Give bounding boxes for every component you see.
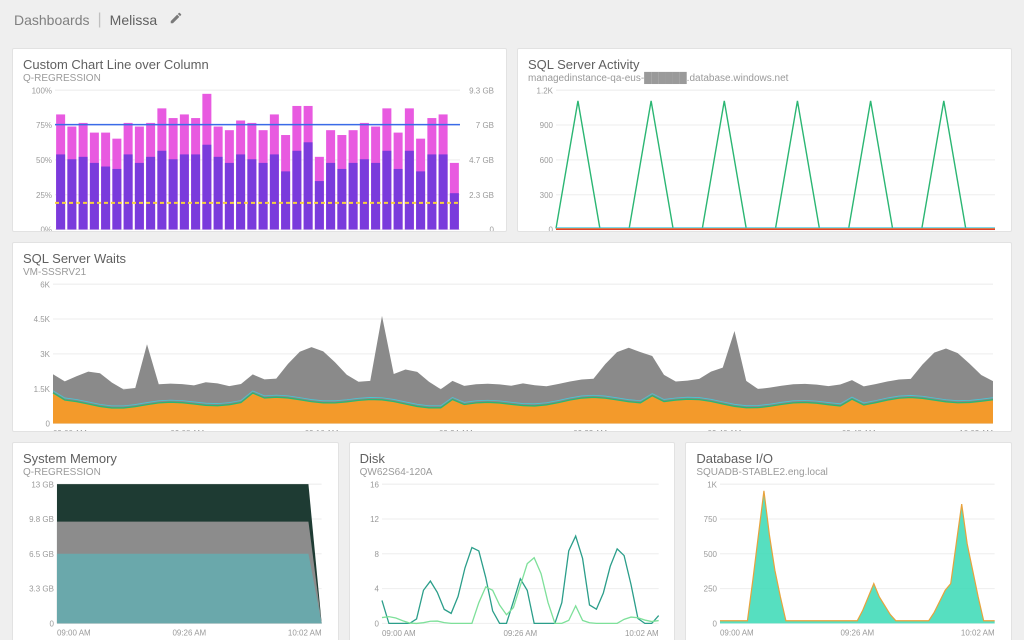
card-sql-waits: SQL Server Waits VM-SSSRV21 0 1.5K 3K 4.5K 6… bbox=[12, 242, 1012, 432]
svg-text:09:16 AM: 09:16 AM bbox=[305, 429, 339, 432]
svg-text:9.8 GB: 9.8 GB bbox=[29, 515, 54, 524]
breadcrumb-root[interactable]: Dashboards bbox=[14, 12, 90, 28]
svg-text:100%: 100% bbox=[32, 86, 52, 95]
card-custom-chart: Custom Chart Line over Column Q-REGRESSI… bbox=[12, 48, 507, 232]
svg-text:10:02 AM: 10:02 AM bbox=[959, 429, 993, 432]
dashboard-grid: Custom Chart Line over Column Q-REGRESSI… bbox=[0, 40, 1024, 640]
svg-text:75%: 75% bbox=[36, 121, 52, 130]
card-title: Database I/O bbox=[696, 451, 1001, 466]
card-title: Custom Chart Line over Column bbox=[23, 57, 496, 72]
card-title: SQL Server Waits bbox=[23, 251, 1001, 266]
svg-text:750: 750 bbox=[704, 515, 718, 524]
svg-text:09:26 AM: 09:26 AM bbox=[841, 629, 875, 638]
svg-text:900: 900 bbox=[540, 121, 554, 130]
svg-text:0: 0 bbox=[490, 226, 495, 232]
svg-text:13 GB: 13 GB bbox=[31, 480, 54, 489]
svg-text:10:02 AM: 10:02 AM bbox=[961, 629, 995, 638]
svg-text:500: 500 bbox=[704, 550, 718, 559]
card-subtitle: Q-REGRESSION bbox=[23, 73, 496, 84]
svg-text:12: 12 bbox=[370, 515, 379, 524]
svg-text:0: 0 bbox=[713, 619, 718, 628]
svg-text:09:24 AM: 09:24 AM bbox=[439, 429, 473, 432]
card-system-memory: System Memory Q-REGRESSION 0 3.3 GB 6.5 GB… bbox=[12, 442, 339, 640]
svg-text:0: 0 bbox=[374, 619, 379, 628]
svg-text:600: 600 bbox=[540, 156, 554, 165]
svg-text:09:26 AM: 09:26 AM bbox=[503, 629, 537, 638]
chart-area[interactable]: 0 250 500 750 1K 09:00 AM 09:26 AM 10:02 AM bbox=[696, 478, 1001, 638]
breadcrumb-separator: | bbox=[98, 11, 102, 29]
svg-text:250: 250 bbox=[704, 585, 718, 594]
edit-icon[interactable] bbox=[169, 11, 183, 30]
chart-area[interactable]: 0 3.3 GB 6.5 GB 9.8 GB 13 GB 09:00 AM 09:26 AM… bbox=[23, 478, 328, 638]
svg-text:25%: 25% bbox=[36, 191, 52, 200]
svg-text:09:08 AM: 09:08 AM bbox=[170, 429, 204, 432]
svg-text:3K: 3K bbox=[40, 350, 50, 359]
svg-text:8: 8 bbox=[374, 550, 379, 559]
svg-text:10:02 AM: 10:02 AM bbox=[625, 629, 659, 638]
svg-text:0%: 0% bbox=[40, 226, 52, 232]
svg-text:09:00 AM: 09:00 AM bbox=[382, 629, 416, 638]
card-disk: Disk QW62S64-120A 0 4 8 12 16 09:00 AM 09:26 A… bbox=[349, 442, 676, 640]
svg-text:09:00 AM: 09:00 AM bbox=[57, 629, 91, 638]
svg-text:09:48 AM: 09:48 AM bbox=[842, 429, 876, 432]
svg-text:0: 0 bbox=[46, 420, 51, 429]
svg-text:2.3 GB: 2.3 GB bbox=[469, 191, 494, 200]
svg-text:300: 300 bbox=[540, 191, 554, 200]
card-title: Disk bbox=[360, 451, 665, 466]
svg-text:09:40 AM: 09:40 AM bbox=[708, 429, 742, 432]
svg-text:9.3 GB: 9.3 GB bbox=[469, 86, 494, 95]
card-subtitle: managedinstance-qa-eus-██████.database.w… bbox=[528, 73, 1001, 84]
svg-text:1K: 1K bbox=[708, 480, 718, 489]
card-subtitle: SQUADB-STABLE2.eng.local bbox=[696, 467, 1001, 478]
chart-area[interactable]: 03006009001.2K09:00 AM09:18 AM09:35 AM10… bbox=[528, 84, 1001, 232]
card-database-io: Database I/O SQUADB-STABLE2.eng.local 0 2… bbox=[685, 442, 1012, 640]
card-title: System Memory bbox=[23, 451, 328, 466]
breadcrumb-header: Dashboards | Melissa bbox=[0, 0, 1024, 40]
svg-text:16: 16 bbox=[370, 480, 379, 489]
svg-text:09:00 AM: 09:00 AM bbox=[720, 629, 754, 638]
svg-text:6.5 GB: 6.5 GB bbox=[29, 550, 54, 559]
svg-text:7 GB: 7 GB bbox=[476, 121, 494, 130]
svg-text:0: 0 bbox=[50, 619, 55, 628]
svg-text:1.5K: 1.5K bbox=[34, 385, 51, 394]
svg-text:4.7 GB: 4.7 GB bbox=[469, 156, 494, 165]
svg-text:3.3 GB: 3.3 GB bbox=[29, 585, 54, 594]
svg-text:0: 0 bbox=[549, 226, 554, 232]
card-title: SQL Server Activity bbox=[528, 57, 1001, 72]
svg-text:50%: 50% bbox=[36, 156, 52, 165]
svg-text:4.5K: 4.5K bbox=[34, 315, 51, 324]
card-subtitle: Q-REGRESSION bbox=[23, 467, 328, 478]
card-sql-activity: SQL Server Activity managedinstance-qa-e… bbox=[517, 48, 1012, 232]
svg-text:09:26 AM: 09:26 AM bbox=[172, 629, 206, 638]
chart-area[interactable]: 0%25%50%75%100%09:00 AM09:18 AM09:35 AM1… bbox=[23, 84, 496, 232]
svg-text:4: 4 bbox=[374, 585, 379, 594]
svg-text:6K: 6K bbox=[40, 280, 50, 289]
chart-area[interactable]: 0 4 8 12 16 09:00 AM 09:26 AM 10:02 AM bbox=[360, 478, 665, 638]
svg-text:1.2K: 1.2K bbox=[537, 86, 554, 95]
card-subtitle: QW62S64-120A bbox=[360, 467, 665, 478]
svg-text:10:02 AM: 10:02 AM bbox=[288, 629, 322, 638]
card-subtitle: VM-SSSRV21 bbox=[23, 267, 1001, 278]
svg-text:09:32 AM: 09:32 AM bbox=[573, 429, 607, 432]
svg-text:09:00 AM: 09:00 AM bbox=[53, 429, 87, 432]
dashboard-name: Melissa bbox=[110, 12, 157, 28]
chart-area[interactable]: 0 1.5K 3K 4.5K 6K 09:00 AM 09:08 AM 09:16 AM 09:… bbox=[23, 278, 1001, 432]
